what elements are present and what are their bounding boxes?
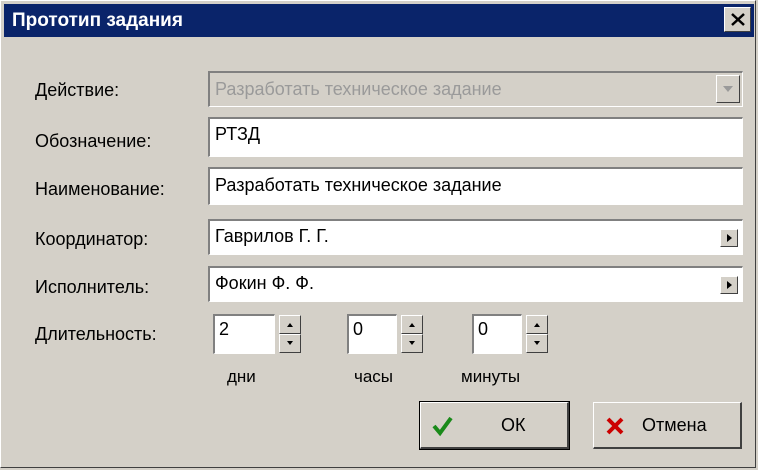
title-bar[interactable]: Прототип задания bbox=[4, 4, 754, 37]
action-value: Разработать техническое задание bbox=[215, 79, 502, 99]
duration-label: Длительность: bbox=[35, 324, 157, 344]
hours-value: 0 bbox=[353, 319, 364, 339]
action-combobox[interactable]: Разработать техническое задание bbox=[208, 71, 743, 107]
days-unit-label: дни bbox=[227, 367, 256, 386]
designation-value: РТЗД bbox=[215, 124, 261, 144]
minutes-spin-up[interactable] bbox=[526, 315, 548, 334]
coordinator-value: Гаврилов Г. Г. bbox=[215, 226, 329, 246]
action-label: Действие: bbox=[35, 80, 120, 100]
cancel-button[interactable]: Отмена bbox=[593, 402, 742, 449]
designation-input[interactable]: РТЗД bbox=[208, 117, 743, 157]
arrow-down-icon bbox=[534, 341, 540, 345]
minutes-unit-label: минуты bbox=[461, 367, 521, 386]
cancel-label: Отмена bbox=[642, 415, 707, 435]
days-value: 2 bbox=[219, 319, 230, 339]
close-button[interactable] bbox=[724, 7, 751, 32]
minutes-input[interactable]: 0 bbox=[472, 314, 522, 354]
name-value: Разработать техническое задание bbox=[215, 175, 502, 195]
arrow-up-icon bbox=[287, 323, 293, 327]
dialog-title: Прототип задания bbox=[12, 10, 183, 31]
minutes-spin-down[interactable] bbox=[526, 334, 548, 353]
hours-unit-label: часы bbox=[354, 367, 394, 386]
name-input[interactable]: Разработать техническое задание bbox=[208, 167, 743, 205]
executor-field[interactable]: Фокин Ф. Ф. bbox=[208, 266, 743, 302]
executor-value: Фокин Ф. Ф. bbox=[215, 273, 314, 293]
days-spin-up[interactable] bbox=[279, 315, 301, 334]
ok-label: ОК bbox=[501, 415, 526, 435]
close-icon bbox=[731, 13, 745, 26]
cross-icon bbox=[606, 417, 624, 435]
hours-spin-up[interactable] bbox=[401, 315, 423, 334]
arrow-down-icon bbox=[409, 341, 415, 345]
minutes-value: 0 bbox=[478, 319, 489, 339]
arrow-right-icon bbox=[727, 234, 732, 242]
coordinator-lookup-button[interactable] bbox=[720, 229, 738, 247]
dropdown-arrow-icon bbox=[723, 86, 733, 92]
hours-spin-down[interactable] bbox=[401, 334, 423, 353]
hours-input[interactable]: 0 bbox=[347, 314, 397, 354]
arrow-right-icon bbox=[727, 281, 732, 289]
executor-label: Исполнитель: bbox=[35, 277, 150, 297]
days-input[interactable]: 2 bbox=[213, 314, 275, 354]
arrow-up-icon bbox=[409, 323, 415, 327]
ok-button[interactable]: ОК bbox=[419, 401, 570, 450]
executor-lookup-button[interactable] bbox=[720, 276, 738, 294]
arrow-down-icon bbox=[287, 341, 293, 345]
name-label: Наименование: bbox=[35, 179, 165, 199]
check-icon bbox=[432, 416, 453, 437]
designation-label: Обозначение: bbox=[35, 131, 152, 151]
coordinator-field[interactable]: Гаврилов Г. Г. bbox=[208, 219, 743, 255]
days-spin-down[interactable] bbox=[279, 334, 301, 353]
arrow-up-icon bbox=[534, 323, 540, 327]
action-dropdown-button[interactable] bbox=[716, 75, 740, 103]
dialog-window: Прототип задания Действие: Разработать т… bbox=[0, 0, 756, 468]
coordinator-label: Координатор: bbox=[35, 229, 149, 249]
